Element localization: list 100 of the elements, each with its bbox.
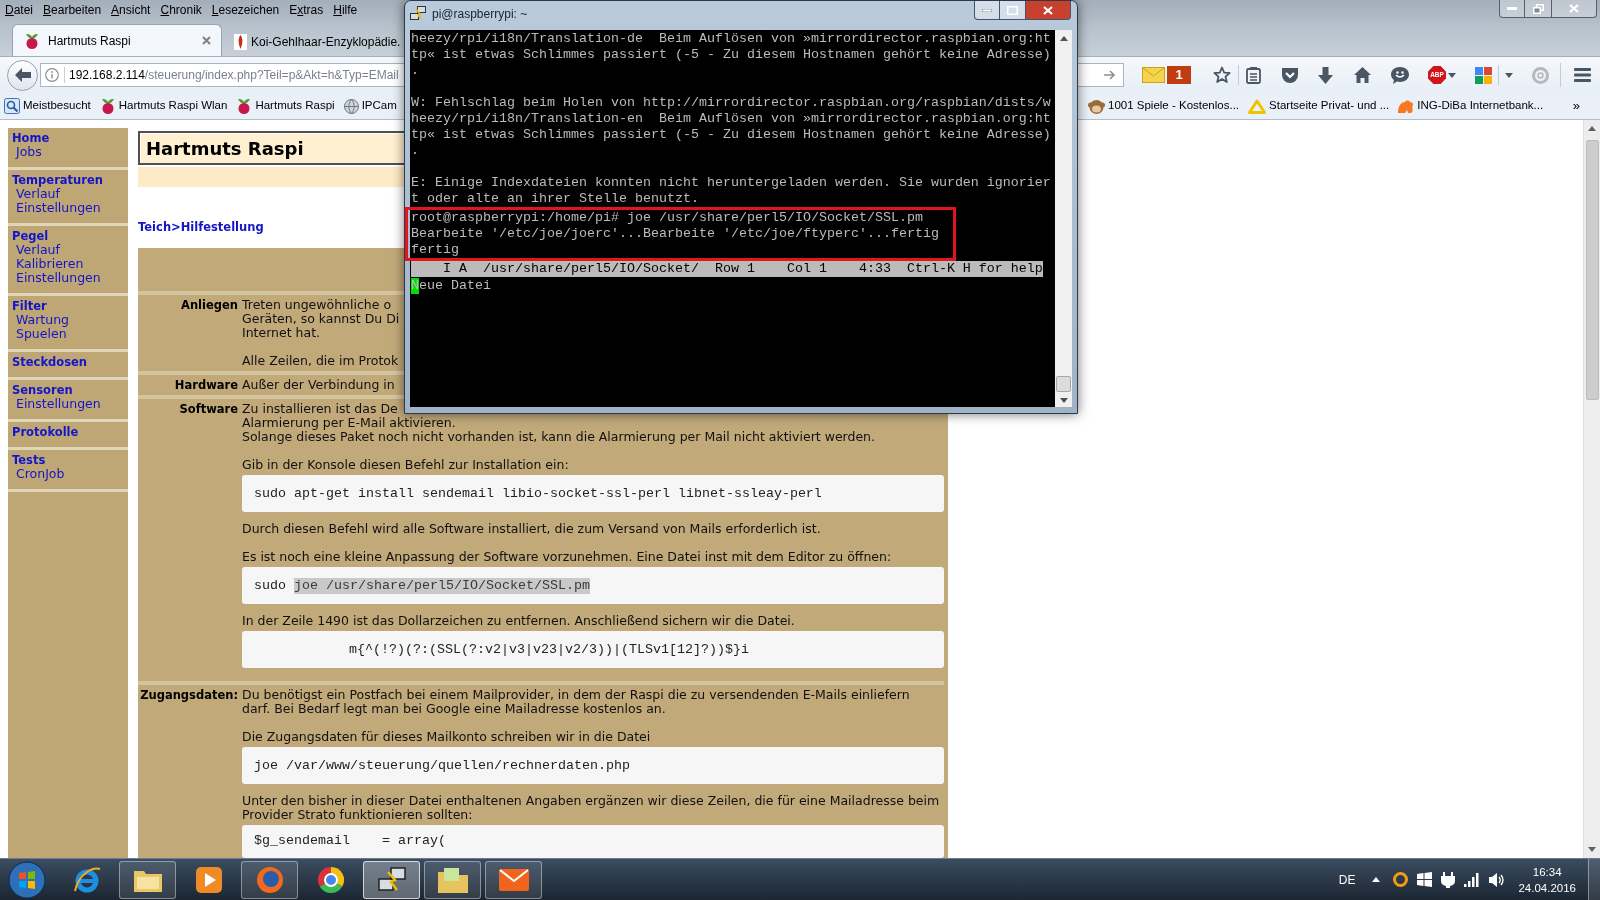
- minimize-button[interactable]: [1499, 0, 1525, 18]
- bookmark[interactable]: IPCam: [343, 97, 397, 115]
- flag-orb-icon: [8, 860, 46, 899]
- sidebar-heading[interactable]: Temperaturen: [12, 173, 103, 187]
- field-label: Zugangsdaten:: [140, 688, 238, 702]
- taskbar-button[interactable]: [424, 860, 481, 899]
- list-icon[interactable]: [1246, 66, 1261, 84]
- back-button[interactable]: [7, 59, 38, 91]
- sidebar-link[interactable]: Wartung: [16, 313, 70, 327]
- sidebar-heading[interactable]: Tests: [12, 453, 46, 467]
- language-indicator[interactable]: DE: [1338, 870, 1356, 889]
- code-text: $g_sendemail = array(: [254, 833, 446, 849]
- sidebar-link[interactable]: Einstellungen: [16, 271, 101, 285]
- paragraph: Die Zugangsdaten für dieses Mailkonto schreiben wir in die Datei: [242, 730, 651, 744]
- download-icon[interactable]: [1318, 66, 1333, 84]
- ring-icon[interactable]: [1393, 872, 1409, 887]
- menu-item[interactable]: Ansicht: [106, 0, 156, 20]
- paragraph: Es ist noch eine kleine Anpassung der Software vorzunehmen. Eine Datei inst mit dem Editor zu öffnen:: [242, 550, 892, 564]
- maximize-button[interactable]: [1000, 1, 1026, 20]
- scroll-up-icon[interactable]: [1588, 126, 1596, 131]
- signal-icon[interactable]: [1464, 872, 1481, 887]
- bookmark[interactable]: Meistbesucht: [4, 97, 91, 115]
- text-line: Zu installieren ist das De: [242, 402, 398, 416]
- terminal-line: W: Fehlschlag beim Holen von http://mirrordirector.raspbian.org/raspbian/dists/w: [411, 95, 1051, 111]
- taskbar-button[interactable]: [485, 860, 542, 899]
- scroll-up-icon[interactable]: [1059, 35, 1068, 41]
- code-text: sudo: [254, 577, 286, 594]
- caret-icon[interactable]: [1448, 72, 1456, 78]
- bookmark[interactable]: Startseite Privat- und ...: [1248, 97, 1390, 115]
- menu-icon[interactable]: [1574, 68, 1591, 82]
- sidebar-heading[interactable]: Filter: [12, 299, 47, 313]
- raspberry-icon: [24, 32, 40, 49]
- taskbar-button[interactable]: [119, 860, 176, 899]
- tab[interactable]: Koi-Gehlhaar-Enzyklopädie.: [228, 26, 405, 56]
- caret-icon[interactable]: [1505, 72, 1513, 78]
- home-icon[interactable]: [1354, 67, 1371, 83]
- sidebar-link[interactable]: Kalibrieren: [16, 257, 84, 271]
- address-field[interactable]: 192.168.2.114/steuerung/index.php?Teil=p&Akt=h&Typ=EMail: [40, 63, 404, 87]
- terminal-line: tp« ist etwas Schlimmes passiert (-5 - Zu diesem Hostnamen gehört keine Adresse): [411, 127, 1051, 143]
- caret-up-icon[interactable]: [1372, 877, 1381, 882]
- chat-icon[interactable]: [1391, 66, 1409, 84]
- text-line: Alle Zeilen, die im Protok: [242, 354, 399, 368]
- tab[interactable]: Hartmuts Raspi: [12, 24, 222, 56]
- sidebar-heading[interactable]: Protokolle: [12, 425, 79, 439]
- breadcrumb-link[interactable]: Hilfestellung: [180, 219, 264, 235]
- terminal-line: t oder alte an ihrer Stelle benutzt.: [411, 191, 699, 207]
- clock-time[interactable]: 16:34: [1532, 863, 1562, 880]
- menu-item[interactable]: Datei: [0, 0, 39, 20]
- close-button[interactable]: [1026, 1, 1071, 20]
- computers-icon: [410, 6, 426, 22]
- terminal-line: heezy/rpi/i18n/Translation-de Beim Auflösen von »mirrordirector.raspbian.org:ht: [411, 31, 1051, 47]
- sidebar-link[interactable]: Einstellungen: [16, 397, 101, 411]
- scrollbar-thumb[interactable]: [1056, 376, 1071, 392]
- tile-grid-icon[interactable]: [1475, 66, 1492, 84]
- paragraph: Durch diesen Befehl wird alle Software installiert, die zum Versand von Mails erforderlich ist.: [242, 522, 821, 536]
- sidebar-link[interactable]: Verlauf: [16, 187, 60, 201]
- sidebar-link[interactable]: CronJob: [16, 467, 65, 481]
- bookmark[interactable]: Hartmuts Raspi: [236, 97, 335, 115]
- minimize-button[interactable]: [974, 1, 1000, 20]
- breadcrumb-link[interactable]: Teich: [138, 219, 172, 235]
- sidebar-heading[interactable]: Steckdosen: [12, 355, 87, 369]
- site-title: Hartmuts Raspi: [146, 136, 304, 161]
- menu-item[interactable]: Lesezeichen: [206, 0, 285, 20]
- go-arrow-icon: [1104, 70, 1116, 80]
- sidebar-link[interactable]: Spuelen: [16, 327, 67, 341]
- scrollbar-thumb[interactable]: [1585, 140, 1599, 400]
- close-button[interactable]: [1552, 0, 1597, 18]
- sidebar-heading[interactable]: Sensoren: [12, 383, 73, 397]
- info-icon[interactable]: [45, 68, 59, 82]
- clock-date[interactable]: 24.04.2016: [1518, 879, 1576, 896]
- sidebar-heading[interactable]: Pegel: [12, 229, 49, 243]
- menu-item[interactable]: Hilfe: [328, 0, 363, 20]
- bookmark[interactable]: ING-DiBa Internetbank...: [1398, 97, 1544, 115]
- terminal-line: heezy/rpi/i18n/Translation-en Beim Auflösen von »mirrordirector.raspbian.org:ht: [411, 111, 1051, 127]
- menu-item[interactable]: Bearbeiten: [38, 0, 107, 20]
- editor-status-bar: I A /usr/share/perl5/IO/Socket/ Row 1 Col 1 4:33 Ctrl-K H for help: [411, 261, 1043, 277]
- scroll-down-icon[interactable]: [1588, 847, 1596, 852]
- sidebar-link[interactable]: Einstellungen: [16, 201, 101, 215]
- menu-item[interactable]: Chronik: [155, 0, 207, 20]
- taskbar-button[interactable]: [363, 860, 420, 899]
- speaker-icon[interactable]: [1489, 872, 1505, 887]
- sidebar-link[interactable]: Verlauf: [16, 243, 60, 257]
- field-label: Hardware: [174, 378, 238, 392]
- show-desktop-button[interactable]: [1588, 859, 1600, 900]
- code-text: joe /var/www/steuerung/quellen/rechnerdaten.php: [254, 757, 630, 774]
- chevron-shield-icon[interactable]: [1281, 66, 1299, 84]
- menu-item[interactable]: Extras: [284, 0, 329, 20]
- sidebar-heading[interactable]: Home: [12, 131, 50, 145]
- overflow-button[interactable]: »: [1572, 96, 1580, 116]
- bookmark[interactable]: Hartmuts Raspi Wlan: [99, 97, 228, 115]
- sidebar-link[interactable]: Jobs: [16, 145, 42, 159]
- bookmark[interactable]: 1001 Spiele - Kostenlos...: [1088, 97, 1240, 115]
- maximize-icon: [1007, 5, 1018, 15]
- terminal-line: fertig: [411, 242, 459, 258]
- restore-button[interactable]: [1525, 0, 1552, 18]
- plug-icon[interactable]: [1441, 871, 1456, 888]
- close-icon[interactable]: [202, 36, 211, 45]
- star-icon[interactable]: [1213, 66, 1231, 84]
- flag-icon[interactable]: [1417, 872, 1433, 887]
- scroll-down-icon[interactable]: [1059, 398, 1068, 403]
